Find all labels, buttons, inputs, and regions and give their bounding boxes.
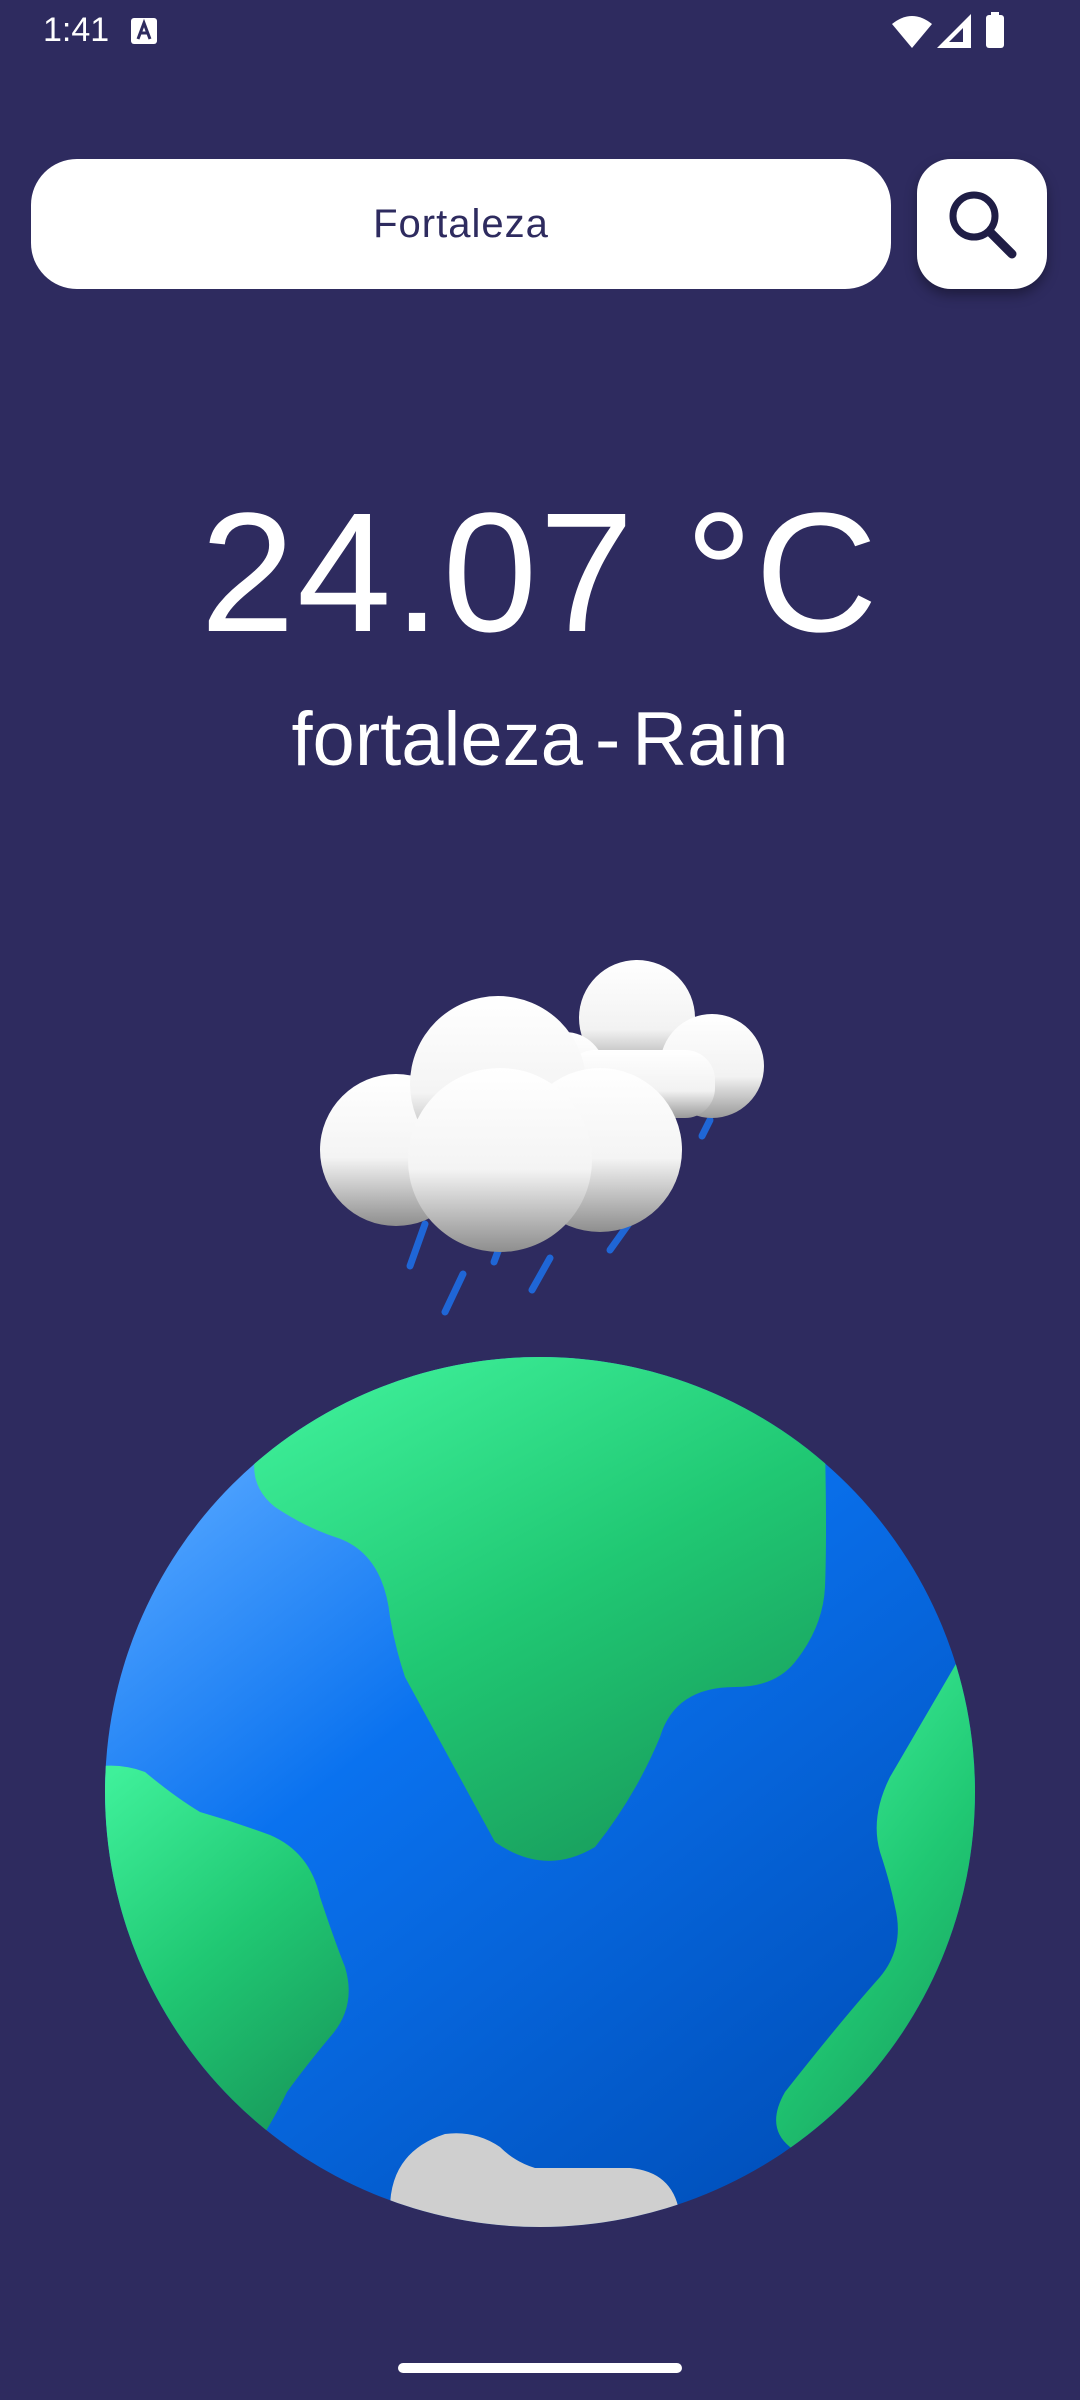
search-icon	[949, 191, 1017, 259]
location-condition: fortaleza - Rain	[0, 690, 1080, 790]
wifi-icon	[892, 16, 932, 48]
city-search-input[interactable]	[31, 159, 891, 289]
home-indicator[interactable]	[398, 2363, 682, 2373]
status-time: 1:41	[43, 11, 110, 49]
location-separator: -	[594, 697, 621, 782]
earth-globe-icon	[105, 1357, 975, 2227]
temperature-value: 24.07 °C	[200, 478, 880, 668]
search-button[interactable]	[917, 159, 1047, 289]
status-bar: 1:41	[0, 0, 1080, 62]
rain-cloud-icon	[320, 960, 764, 1316]
signal-icon	[937, 14, 971, 48]
weather-condition: Rain	[632, 697, 789, 782]
location-name: fortaleza	[291, 697, 583, 782]
battery-icon	[986, 12, 1004, 48]
city-search-field[interactable]	[31, 159, 891, 289]
text-a-icon	[131, 18, 157, 44]
